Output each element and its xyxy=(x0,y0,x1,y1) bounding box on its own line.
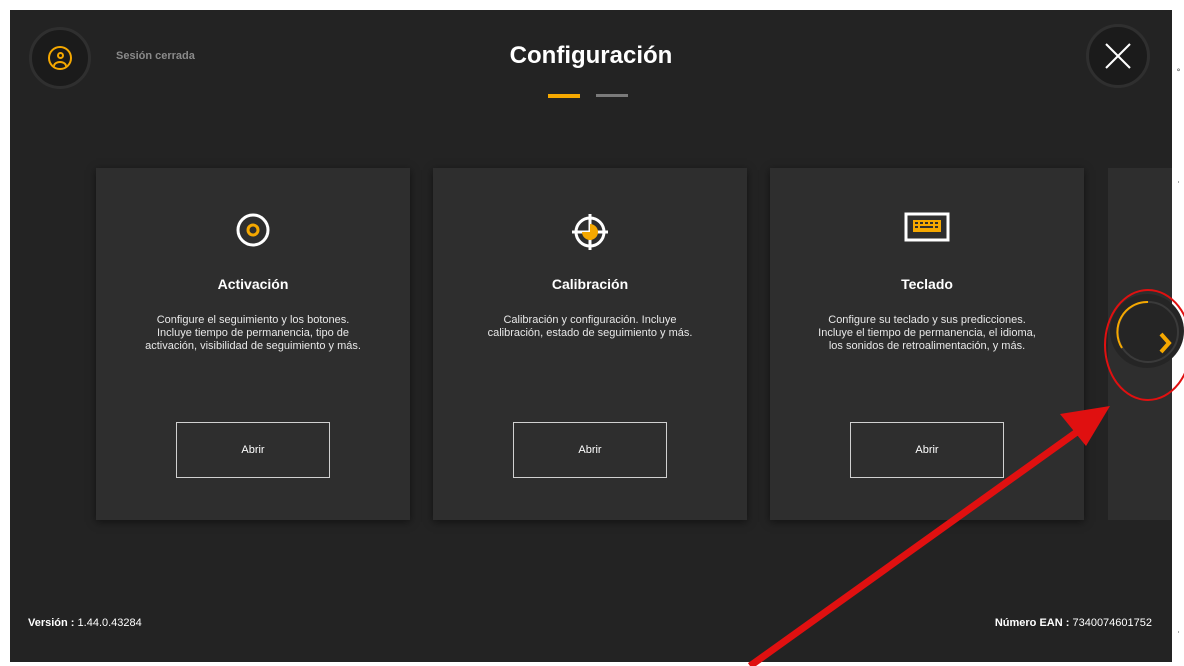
crosshair-icon xyxy=(572,214,608,250)
keyboard-icon xyxy=(904,212,950,242)
target-dot-icon xyxy=(236,213,270,247)
card-description-line: Incluye tiempo de permanencia, tipo de xyxy=(156,327,349,339)
card-title: Calibración xyxy=(551,276,629,292)
ean-info: Número EAN : 7340074601752 xyxy=(994,617,1152,629)
page-indicator-active xyxy=(548,94,580,98)
edge-mark: ˙ xyxy=(1176,181,1181,192)
close-button[interactable] xyxy=(1086,24,1150,88)
page-indicator xyxy=(548,94,628,98)
ean-label: Número EAN xyxy=(994,617,1063,629)
ean-value: 7340074601752 xyxy=(1072,617,1152,629)
card-description-line: Configure su teclado y sus predicciones. xyxy=(828,314,1026,326)
card-title: Teclado xyxy=(901,276,953,292)
card-description: Configure su teclado y sus predicciones.… xyxy=(786,314,1068,353)
close-icon xyxy=(1105,43,1131,69)
card-description: Calibración y configuración. Incluye cal… xyxy=(449,314,731,340)
open-activacion-button[interactable]: Abrir xyxy=(176,422,330,478)
card-description-line: calibración, estado de seguimiento y más… xyxy=(487,327,693,339)
card-description-line: Configure el seguimiento y los botones. xyxy=(156,314,350,326)
version-value: 1.44.0.43284 xyxy=(77,617,142,629)
card-calibracion: Calibración Calibración y configuración.… xyxy=(433,168,747,520)
card-description-line: activación, visibilidad de seguimiento y… xyxy=(145,340,361,352)
version-label: Versión xyxy=(28,617,68,629)
app-window: Sesión cerrada Configuración Activación … xyxy=(10,10,1172,662)
edge-mark: ˙ xyxy=(1176,631,1181,642)
card-activacion: Activación Configure el seguimiento y lo… xyxy=(96,168,410,520)
page-indicator-inactive[interactable] xyxy=(596,94,628,97)
page-title: Configuración xyxy=(509,42,673,69)
edge-mark: ˚ xyxy=(1176,69,1181,80)
card-teclado: Teclado Configure su teclado y sus predi… xyxy=(770,168,1084,520)
card-description: Configure el seguimiento y los botones. … xyxy=(112,314,394,353)
open-teclado-button[interactable]: Abrir xyxy=(850,422,1004,478)
card-description-line: Incluye el tiempo de permanencia, el idi… xyxy=(818,327,1036,339)
progress-ring-icon xyxy=(1116,300,1179,363)
card-description-line: los sonidos de retroalimentación, y más. xyxy=(828,340,1026,352)
open-calibracion-button[interactable]: Abrir xyxy=(513,422,667,478)
card-description-line: Calibración y configuración. Incluye xyxy=(503,314,677,326)
card-title: Activación xyxy=(217,276,289,292)
chevron-right-icon xyxy=(1159,332,1172,354)
version-info: Versión : 1.44.0.43284 xyxy=(28,617,142,629)
next-page-button[interactable] xyxy=(1110,294,1184,368)
